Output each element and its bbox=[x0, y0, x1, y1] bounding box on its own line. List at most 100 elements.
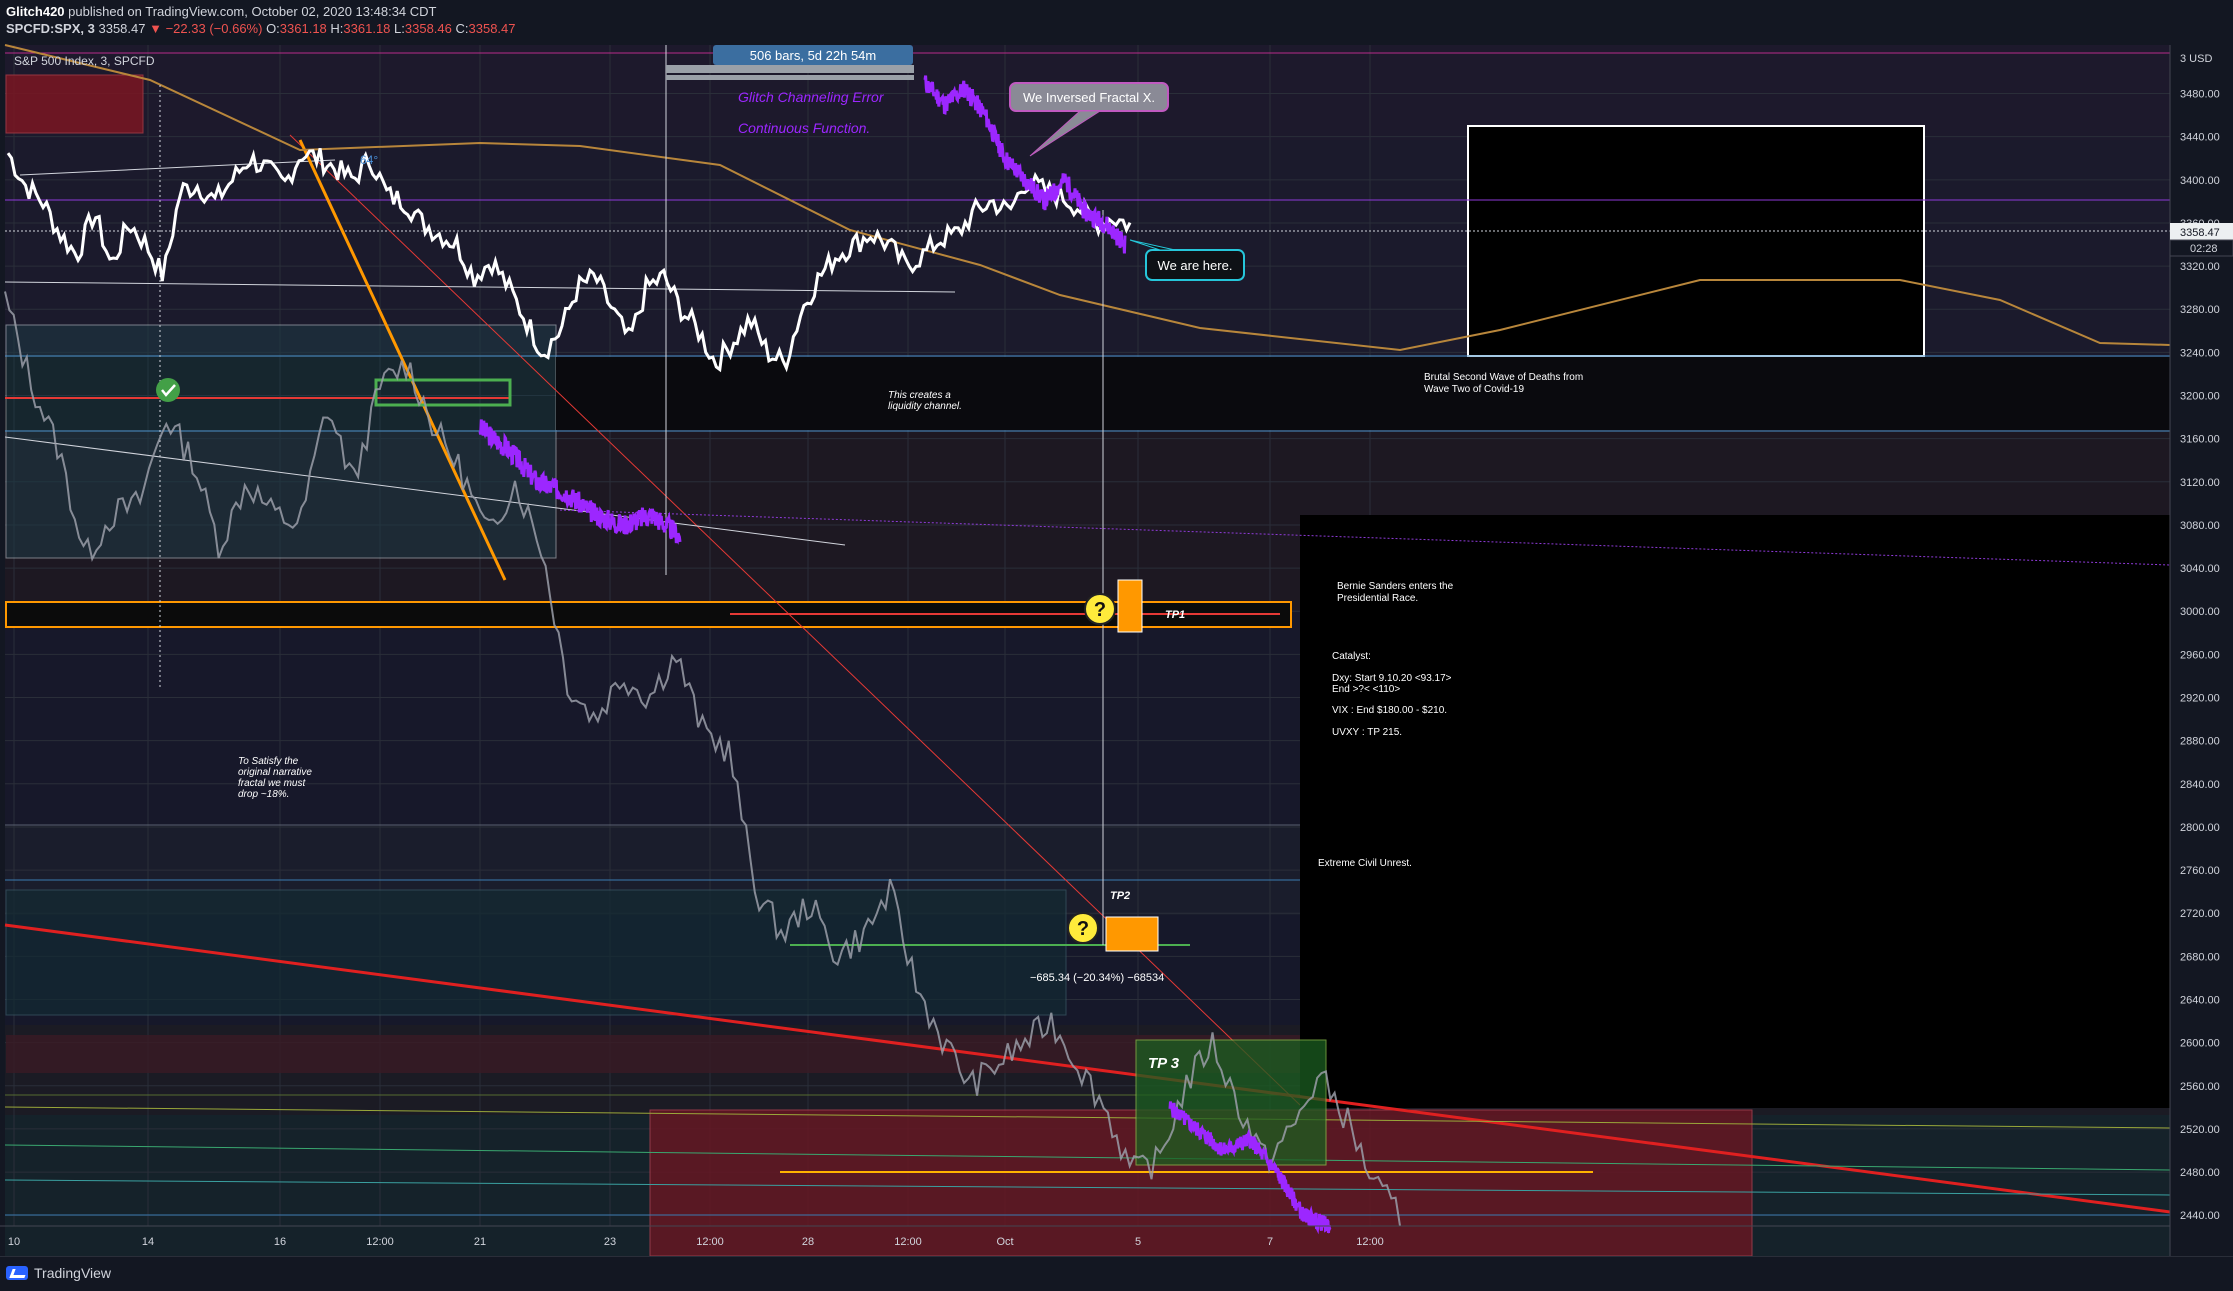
y-tick-label: 2920.00 bbox=[2180, 693, 2220, 705]
liquidity-label: This creates a bbox=[888, 390, 951, 401]
dark-liquidity-box bbox=[556, 357, 2170, 430]
liquidity-label-2: liquidity channel. bbox=[888, 401, 962, 412]
range-badge: 506 bars, 5d 22h 54m bbox=[750, 48, 876, 63]
y-tick-label: 3120.00 bbox=[2180, 477, 2220, 489]
y-tick-label: 2680.00 bbox=[2180, 951, 2220, 963]
tp3-label: TP 3 bbox=[1148, 1055, 1180, 1072]
vix-label: VIX : End $180.00 - $210. bbox=[1332, 705, 1447, 716]
x-tick-label: Oct bbox=[996, 1236, 1013, 1248]
catalyst-label: Catalyst: bbox=[1332, 651, 1371, 662]
satisfy-label-3: fractal we must bbox=[238, 778, 306, 789]
y-tick-label: 2720.00 bbox=[2180, 908, 2220, 920]
red-zone-topleft bbox=[5, 74, 144, 134]
tp2-marker bbox=[1105, 916, 1159, 952]
black-panel-right bbox=[1300, 515, 2170, 1108]
x-tick-label: 28 bbox=[802, 1236, 814, 1248]
close-value: 3358.47 bbox=[468, 21, 516, 36]
y-tick-label: 3240.00 bbox=[2180, 347, 2220, 359]
y-tick-label: 2640.00 bbox=[2180, 995, 2220, 1007]
uvxy-label: UVXY : TP 215. bbox=[1332, 727, 1402, 738]
y-tick-label: 2800.00 bbox=[2180, 822, 2220, 834]
y-tick-label: 3400.00 bbox=[2180, 175, 2220, 187]
countdown-label: 02:28 bbox=[2190, 243, 2218, 255]
l-label: L: bbox=[394, 21, 405, 36]
x-tick-label: 5 bbox=[1135, 1236, 1141, 1248]
satisfy-label: To Satisfy the bbox=[238, 756, 299, 767]
bernie-label-2: Presidential Race. bbox=[1337, 593, 1418, 604]
brand-label: TradingView bbox=[34, 1265, 112, 1281]
tradingview-icon bbox=[6, 1266, 28, 1280]
x-tick-label: 7 bbox=[1267, 1236, 1273, 1248]
y-tick-label: 3320.00 bbox=[2180, 261, 2220, 273]
y-tick-label: 2520.00 bbox=[2180, 1124, 2220, 1136]
open-value: 3361.18 bbox=[279, 21, 327, 36]
dark-red-band bbox=[6, 1035, 1306, 1073]
continuous-function-label: Continuous Function. bbox=[738, 120, 870, 136]
low-value: 3358.46 bbox=[404, 21, 452, 36]
teal-box bbox=[5, 324, 557, 559]
x-tick-label: 21 bbox=[474, 1236, 486, 1248]
measure-label: −685.34 (−20.34%) −68534 bbox=[1030, 972, 1164, 984]
change: ▼ −22.33 (−0.66%) bbox=[149, 21, 263, 36]
author[interactable]: Glitch420 bbox=[6, 4, 65, 19]
tp2-label: TP2 bbox=[1110, 890, 1130, 902]
y-tick-label: 3040.00 bbox=[2180, 563, 2220, 575]
y-tick-label: 2600.00 bbox=[2180, 1038, 2220, 1050]
y-tick-label: 3280.00 bbox=[2180, 304, 2220, 316]
legend-title: S&P 500 Index, 3, SPCFD bbox=[14, 54, 155, 68]
y-tick-label: 3000.00 bbox=[2180, 606, 2220, 618]
price: 3358.47 bbox=[98, 21, 146, 36]
x-tick-label: 10 bbox=[8, 1236, 20, 1248]
dxy-label: Dxy: Start 9.10.20 <93.17> bbox=[1332, 673, 1452, 684]
symbol: SPCFD:SPX, 3 bbox=[6, 21, 95, 36]
x-tick-label: 12:00 bbox=[1356, 1236, 1384, 1248]
we-are-here-callout: We are here. bbox=[1158, 258, 1233, 273]
y-tick-label: 3080.00 bbox=[2180, 520, 2220, 532]
last-price-label: 3358.47 bbox=[2180, 227, 2220, 239]
civil-unrest-label: Extreme Civil Unrest. bbox=[1318, 858, 1412, 869]
x-tick-label: 12:00 bbox=[894, 1236, 922, 1248]
high-value: 3361.18 bbox=[343, 21, 391, 36]
o-label: O: bbox=[266, 21, 280, 36]
x-tick-label: 14 bbox=[142, 1236, 154, 1248]
satisfy-label-2: original narrative bbox=[238, 767, 312, 778]
footer bbox=[0, 1256, 2233, 1291]
c-label: C: bbox=[455, 21, 469, 36]
price-chart[interactable]: ? ? 506 bars, 5d 22h 54m We Inversed Fra… bbox=[0, 0, 2233, 1290]
y-tick-label: 2880.00 bbox=[2180, 736, 2220, 748]
y-tick-label: 3200.00 bbox=[2180, 391, 2220, 403]
y-tick-label: 3440.00 bbox=[2180, 132, 2220, 144]
y-tick-label: 2560.00 bbox=[2180, 1081, 2220, 1093]
y-tick-label: 3480.00 bbox=[2180, 89, 2220, 101]
published-text: published on TradingView.com, October 02… bbox=[68, 4, 437, 19]
y-tick-label: 2480.00 bbox=[2180, 1167, 2220, 1179]
second-wave-label-2: Wave Two of Covid-19 bbox=[1424, 384, 1524, 395]
svg-text:?: ? bbox=[1094, 599, 1106, 621]
dxy-end-label: End >?< <110> bbox=[1332, 684, 1400, 695]
y-tick-label: 2760.00 bbox=[2180, 865, 2220, 877]
y-tick-label: 2840.00 bbox=[2180, 779, 2220, 791]
glitch-error-label: Glitch Channeling Error bbox=[738, 89, 885, 105]
question-mark-icon: ? bbox=[1067, 912, 1099, 944]
y-tick-label: 2440.00 bbox=[2180, 1210, 2220, 1222]
x-tick-label: 16 bbox=[274, 1236, 286, 1248]
currency-label: 3 USD bbox=[2180, 53, 2212, 65]
angle-label: 64° bbox=[360, 153, 378, 167]
inversed-callout: We Inversed Fractal X. bbox=[1023, 90, 1155, 105]
y-tick-label: 3160.00 bbox=[2180, 434, 2220, 446]
x-tick-label: 12:00 bbox=[366, 1236, 394, 1248]
tp1-label: TP1 bbox=[1165, 609, 1185, 621]
publish-info: Glitch420 published on TradingView.com, … bbox=[6, 4, 436, 19]
satisfy-label-4: drop ~18%. bbox=[238, 789, 289, 800]
symbol-info: SPCFD:SPX, 3 3358.47 ▼ −22.33 (−0.66%) O… bbox=[6, 21, 516, 36]
svg-text:?: ? bbox=[1077, 918, 1089, 940]
x-tick-label: 12:00 bbox=[696, 1236, 724, 1248]
check-icon bbox=[156, 378, 180, 402]
tradingview-logo[interactable]: TradingView bbox=[6, 1265, 111, 1281]
tp1-marker bbox=[1117, 579, 1143, 633]
question-mark-icon: ? bbox=[1084, 593, 1116, 625]
second-wave-label: Brutal Second Wave of Deaths from bbox=[1424, 372, 1583, 383]
x-tick-label: 23 bbox=[604, 1236, 616, 1248]
h-label: H: bbox=[330, 21, 344, 36]
y-tick-label: 2960.00 bbox=[2180, 649, 2220, 661]
